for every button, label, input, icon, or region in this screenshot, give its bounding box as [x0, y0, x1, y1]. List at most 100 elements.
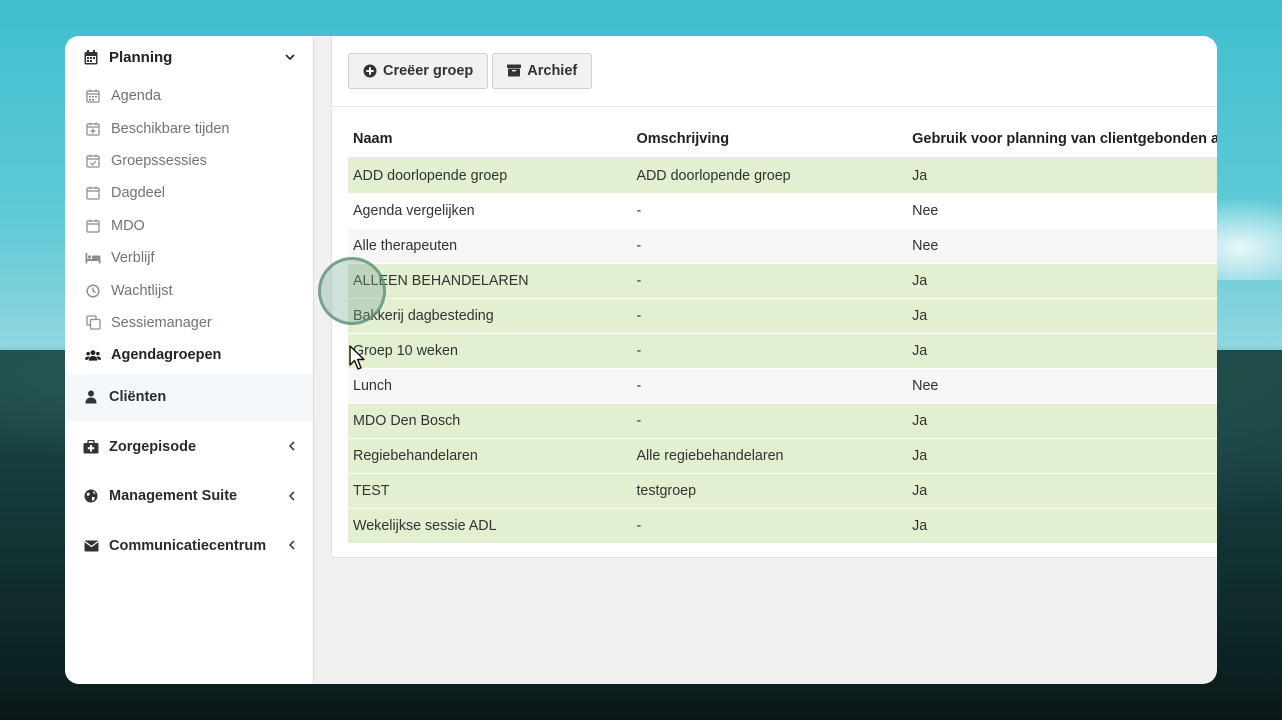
cell-naam: Lunch — [348, 367, 632, 403]
main-content: Creëer groep Archief Naam Omschrijving G… — [314, 36, 1217, 684]
table-row[interactable]: Regiebehandelaren Alle regiebehandelaren J… — [348, 437, 1217, 473]
cell-omschrijving: - — [631, 227, 908, 263]
cell-naam: Groep 10 weken — [348, 332, 632, 368]
sidebar-item-mdo[interactable]: MDO — [65, 210, 313, 242]
groups-table: Naam Omschrijving Gebruik voor planning … — [348, 120, 1217, 543]
cell-omschrijving: ADD doorlopende groep — [631, 157, 908, 193]
cell-naam: MDO Den Bosch — [348, 402, 632, 438]
sidebar-item-sessiemanager[interactable]: Sessiemanager — [65, 307, 313, 339]
sidebar-item-wachtlijst[interactable]: Wachtlijst — [65, 274, 313, 306]
sidebar-item-dagdeel[interactable]: Dagdeel — [65, 177, 313, 209]
cell-naam: Bakkerij dagbesteding — [348, 297, 632, 333]
sidebar-group-communicatiecentrum[interactable]: Communicatiecentrum — [65, 522, 313, 570]
archive-label: Archief — [527, 63, 578, 79]
cell-naam: Alle therapeuten — [348, 227, 632, 263]
calendar-plus-icon — [85, 121, 101, 137]
cell-gebruik: Ja — [907, 472, 1217, 508]
sidebar-item-label: Verblijf — [111, 250, 155, 267]
calendar-blank-icon — [85, 218, 101, 234]
cell-omschrijving: - — [631, 262, 908, 298]
table-row[interactable]: Wekelijkse sessie ADL - Ja — [348, 507, 1217, 543]
cell-gebruik: Ja — [907, 332, 1217, 368]
cell-naam: ADD doorlopende groep — [348, 157, 632, 193]
table-header-row: Naam Omschrijving Gebruik voor planning … — [348, 120, 1217, 159]
create-group-button[interactable]: Creëer groep — [348, 53, 489, 89]
archive-button[interactable]: Archief — [492, 53, 593, 89]
sidebar-group-label: Cliënten — [109, 389, 167, 406]
planning-submenu: Agenda Beschikbare tijden Groepssessies … — [65, 74, 313, 372]
cell-naam: Regiebehandelaren — [348, 437, 632, 473]
sidebar-item-label: Beschikbare tijden — [111, 120, 230, 137]
table-row[interactable]: MDO Den Bosch - Ja — [348, 402, 1217, 438]
sidebar-item-beschikbare-tijden[interactable]: Beschikbare tijden — [65, 112, 313, 144]
cell-omschrijving: - — [631, 402, 908, 438]
cell-omschrijving: Alle regiebehandelaren — [631, 437, 908, 473]
archive-icon — [507, 64, 522, 78]
nav-planning-label: Planning — [109, 48, 173, 66]
table-row[interactable]: ADD doorlopende groep ADD doorlopende gro… — [348, 157, 1217, 193]
clock-icon — [85, 283, 101, 299]
cell-omschrijving: - — [631, 507, 908, 543]
sidebar-group-label: Zorgepisode — [109, 438, 197, 455]
user-icon — [83, 389, 99, 405]
sidebar-item-label: Sessiemanager — [111, 314, 212, 331]
cell-gebruik: Ja — [907, 262, 1217, 298]
users-icon — [85, 347, 101, 363]
table-row[interactable]: Groep 10 weken - Ja — [348, 332, 1217, 368]
cell-gebruik: Ja — [907, 297, 1217, 333]
sidebar-group-management-suite[interactable]: Management Suite — [65, 473, 313, 521]
globe-icon — [83, 488, 99, 504]
cell-naam: ALLEEN BEHANDELAREN — [348, 262, 632, 298]
plus-circle-icon — [363, 64, 377, 78]
chevron-left-icon — [288, 439, 295, 454]
cell-omschrijving: - — [631, 332, 908, 368]
sidebar-item-label: Wachtlijst — [111, 282, 173, 299]
sidebar: Planning Agenda Beschikbare tijden Groep… — [65, 36, 314, 684]
table-row[interactable]: Bakkerij dagbesteding - Ja — [348, 297, 1217, 333]
table-row[interactable]: Lunch - Nee — [348, 367, 1217, 403]
sidebar-item-verblijf[interactable]: Verblijf — [65, 242, 313, 274]
chevron-down-icon — [285, 50, 295, 64]
cell-omschrijving: testgroep — [631, 472, 908, 508]
cell-gebruik: Ja — [907, 507, 1217, 543]
sidebar-group-zorgepisode[interactable]: Zorgepisode — [65, 423, 313, 471]
chevron-left-icon — [288, 489, 295, 504]
cell-gebruik: Ja — [907, 402, 1217, 438]
cell-omschrijving: - — [631, 367, 908, 403]
medkit-icon — [83, 439, 99, 455]
cell-omschrijving: - — [631, 192, 908, 228]
sidebar-item-agenda[interactable]: Agenda — [65, 80, 313, 112]
column-header-naam[interactable]: Naam — [348, 120, 632, 159]
calendar-icon — [83, 49, 99, 65]
copy-icon — [85, 315, 101, 331]
bed-icon — [85, 250, 101, 266]
sidebar-item-label: Agendagroepen — [111, 347, 222, 364]
app-window: Planning Agenda Beschikbare tijden Groep… — [65, 36, 1217, 684]
create-group-label: Creëer groep — [383, 63, 474, 79]
table-row[interactable]: ALLEEN BEHANDELAREN - Ja — [348, 262, 1217, 298]
column-header-gebruik[interactable]: Gebruik voor planning van clientgebonden… — [907, 120, 1217, 159]
sidebar-item-label: MDO — [111, 217, 145, 234]
sidebar-item-groepssessies[interactable]: Groepssessies — [65, 145, 313, 177]
calendar-icon — [85, 88, 101, 104]
calendar-check-icon — [85, 153, 101, 169]
table-row[interactable]: TEST testgroep Ja — [348, 472, 1217, 508]
chevron-left-icon — [288, 538, 295, 553]
toolbar: Creëer groep Archief — [332, 36, 1217, 107]
cell-gebruik: Nee — [907, 227, 1217, 263]
calendar-blank-icon — [85, 185, 101, 201]
cell-omschrijving: - — [631, 297, 908, 333]
sidebar-item-agendagroepen[interactable]: Agendagroepen — [65, 339, 313, 372]
nav-planning[interactable]: Planning — [65, 40, 313, 74]
cell-gebruik: Nee — [907, 192, 1217, 228]
envelope-icon — [83, 538, 99, 554]
table-body: ADD doorlopende groep ADD doorlopende gro… — [348, 157, 1217, 543]
table-row[interactable]: Agenda vergelijken - Nee — [348, 192, 1217, 228]
sidebar-item-label: Agenda — [111, 88, 161, 105]
column-header-omschrijving[interactable]: Omschrijving — [631, 120, 908, 159]
cell-gebruik: Ja — [907, 437, 1217, 473]
cell-gebruik: Ja — [907, 157, 1217, 193]
sidebar-group-clienten[interactable]: Cliënten — [65, 373, 313, 422]
table-row[interactable]: Alle therapeuten - Nee — [348, 227, 1217, 263]
sidebar-group-label: Management Suite — [109, 488, 238, 505]
